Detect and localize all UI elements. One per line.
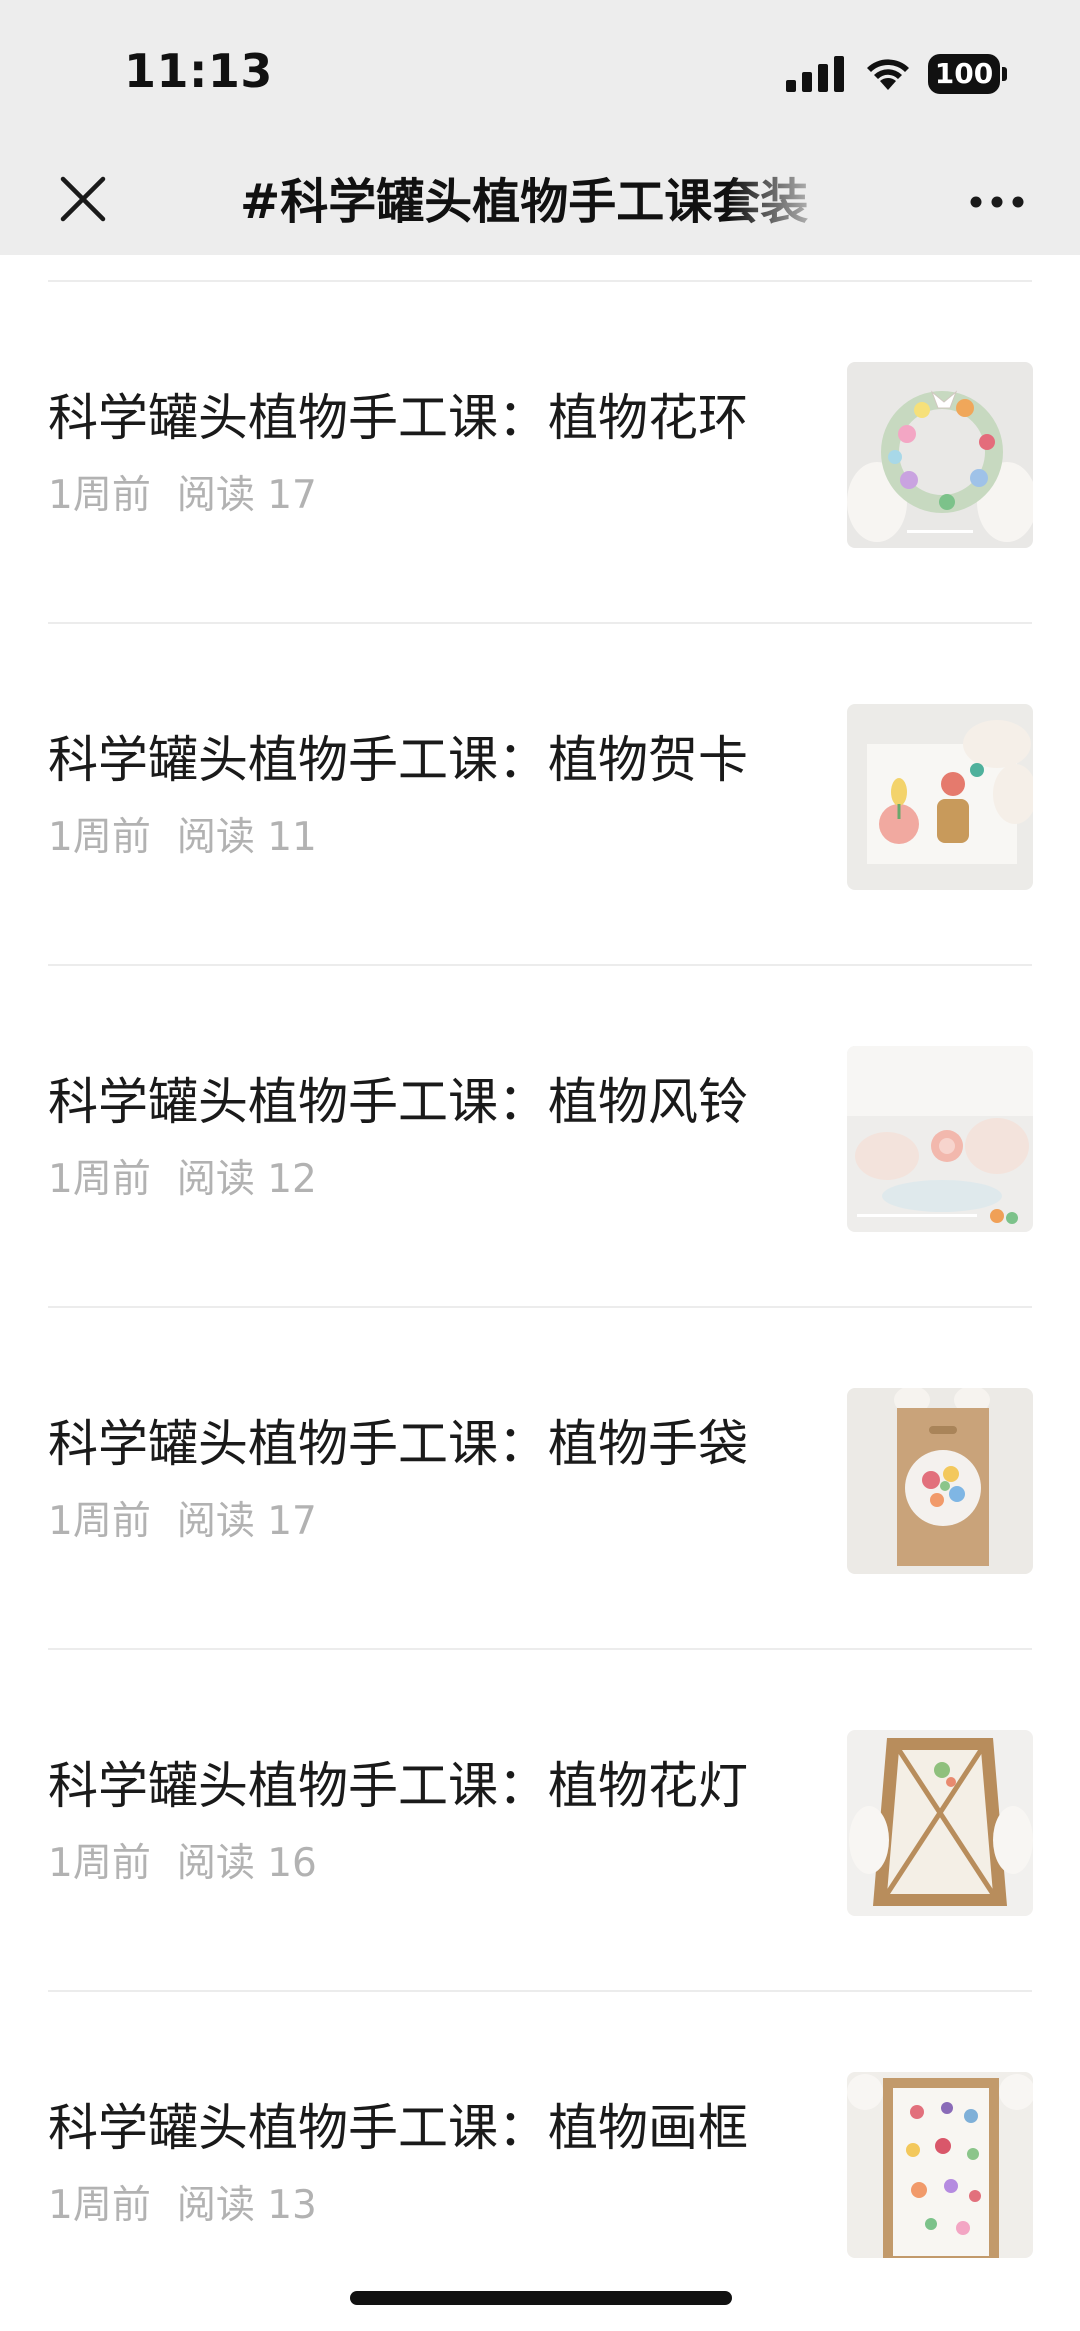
article-title: 科学罐头植物手工课：植物画框 <box>48 2099 748 2157</box>
article-item[interactable]: 科学罐头植物手工课：植物贺卡 1周前 阅读 11 <box>0 624 1080 964</box>
article-time: 1周前 <box>48 2183 151 2228</box>
article-item[interactable]: 科学罐头植物手工课：植物花灯 1周前 阅读 16 <box>0 1650 1080 1990</box>
article-reads: 阅读 16 <box>176 1841 317 1886</box>
nav-bar: #科学罐头植物手工课套装 <box>0 150 1080 255</box>
close-button[interactable] <box>48 164 118 234</box>
article-thumbnail <box>847 1388 1033 1574</box>
close-icon <box>60 176 106 222</box>
article-title: 科学罐头植物手工课：植物风铃 <box>48 1073 748 1131</box>
article-meta: 1周前 阅读 13 <box>48 2180 343 2232</box>
article-time: 1周前 <box>48 1499 151 1544</box>
article-reads: 阅读 11 <box>176 815 317 860</box>
article-meta: 1周前 阅读 12 <box>48 1154 343 1206</box>
article-thumbnail <box>847 2072 1033 2258</box>
article-reads: 阅读 13 <box>176 2183 317 2228</box>
battery-icon: 100 <box>928 54 1008 94</box>
article-meta: 1周前 阅读 11 <box>48 812 343 864</box>
status-time: 11:13 <box>124 44 273 98</box>
home-indicator[interactable] <box>350 2291 732 2305</box>
page-title: #科学罐头植物手工课套装 <box>240 170 840 234</box>
article-item[interactable]: 科学罐头植物手工课：植物画框 1周前 阅读 13 <box>0 1992 1080 2331</box>
article-reads: 阅读 17 <box>176 473 317 518</box>
article-item[interactable]: 科学罐头植物手工课：植物风铃 1周前 阅读 12 <box>0 966 1080 1306</box>
article-title: 科学罐头植物手工课：植物贺卡 <box>48 731 748 789</box>
article-item[interactable]: 科学罐头植物手工课：植物手袋 1周前 阅读 17 <box>0 1308 1080 1648</box>
article-meta: 1周前 阅读 17 <box>48 1496 343 1548</box>
more-icon <box>970 196 1024 208</box>
article-meta: 1周前 阅读 17 <box>48 470 343 522</box>
battery-cap <box>1002 67 1007 81</box>
article-time: 1周前 <box>48 473 151 518</box>
article-title: 科学罐头植物手工课：植物手袋 <box>48 1415 748 1473</box>
wifi-icon <box>867 59 909 90</box>
article-thumbnail <box>847 1730 1033 1916</box>
cellular-signal-icon <box>786 56 844 92</box>
article-thumbnail <box>847 704 1033 890</box>
status-bar: 11:13 100 <box>0 0 1080 150</box>
article-thumbnail <box>847 1046 1033 1232</box>
article-item[interactable]: 科学罐头植物手工课：植物花环 1周前 阅读 17 <box>0 282 1080 622</box>
article-reads: 阅读 17 <box>176 1499 317 1544</box>
article-title: 科学罐头植物手工课：植物花环 <box>48 389 748 447</box>
article-thumbnail <box>847 362 1033 548</box>
more-button[interactable] <box>966 172 1028 232</box>
battery-level: 100 <box>928 54 1000 94</box>
article-meta: 1周前 阅读 16 <box>48 1838 343 1890</box>
article-title: 科学罐头植物手工课：植物花灯 <box>48 1757 748 1815</box>
top-bar: 11:13 100 #科学罐头植物手工课套装 <box>0 0 1080 255</box>
article-time: 1周前 <box>48 815 151 860</box>
article-time: 1周前 <box>48 1841 151 1886</box>
article-time: 1周前 <box>48 1157 151 1202</box>
article-reads: 阅读 12 <box>176 1157 317 1202</box>
